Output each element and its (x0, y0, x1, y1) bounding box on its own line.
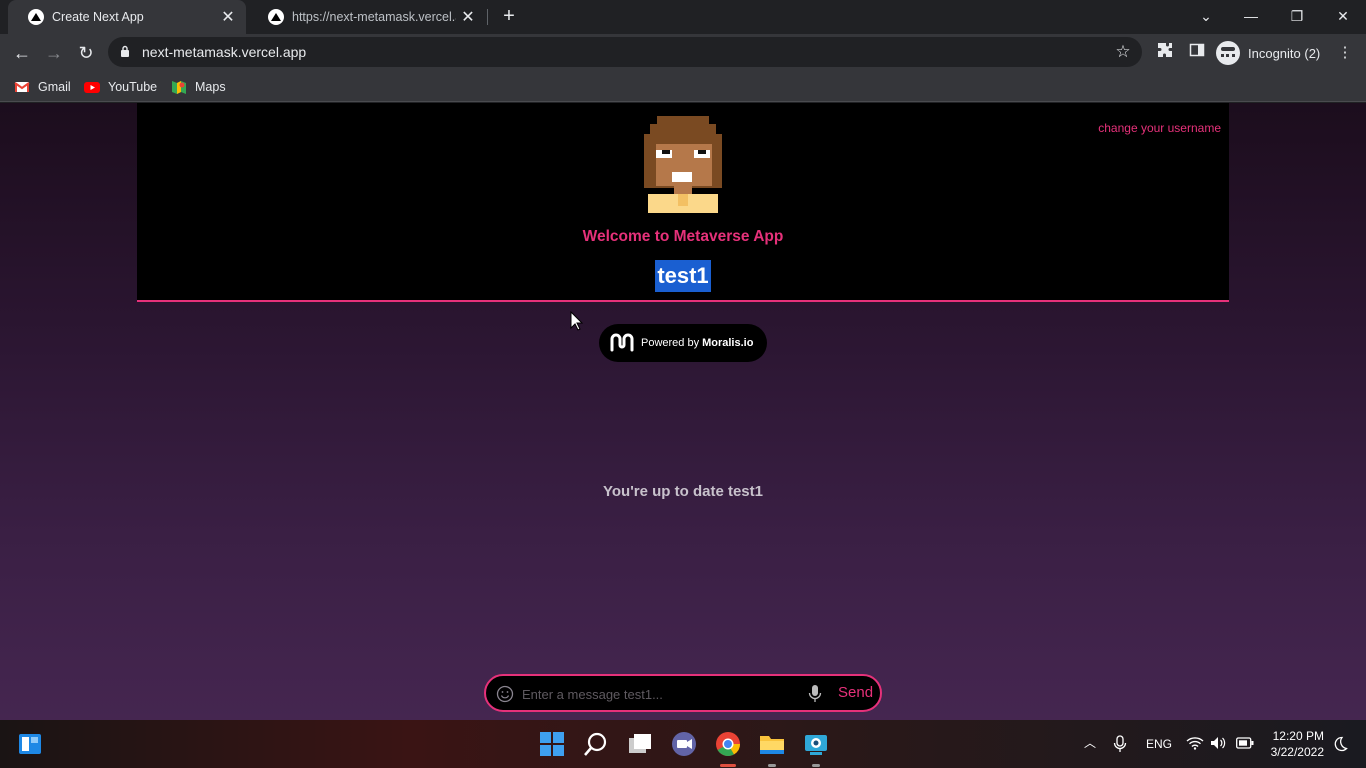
bookmark-label: Gmail (38, 80, 71, 94)
widgets-icon[interactable] (18, 732, 42, 756)
forward-button[interactable]: → (40, 39, 68, 67)
wifi-icon[interactable] (1186, 736, 1204, 750)
file-explorer-icon[interactable] (758, 730, 786, 758)
notification-moon-icon[interactable] (1332, 736, 1348, 752)
bookmark-gmail[interactable]: Gmail (14, 77, 71, 97)
vercel-icon (268, 9, 284, 25)
restore-button[interactable]: ❐ (1281, 4, 1313, 28)
message-composer: Send (484, 674, 882, 712)
address-bar[interactable]: next-metamask.vercel.app ☆ (108, 37, 1142, 67)
lock-icon (121, 45, 129, 57)
search-icon[interactable] (582, 730, 610, 758)
moralis-brand-text: Moralis.io (702, 337, 754, 349)
language-indicator[interactable]: ENG (1146, 737, 1172, 751)
maps-icon (172, 81, 186, 94)
powered-by-moralis-badge[interactable]: Powered by Moralis.io (599, 324, 767, 362)
side-panel-icon[interactable] (1186, 42, 1208, 64)
tab-create-next-app[interactable]: Create Next App ✕ (8, 0, 246, 34)
microphone-icon[interactable] (808, 684, 822, 704)
snipping-tool-icon[interactable] (802, 730, 830, 758)
status-message: You're up to date test1 (603, 483, 763, 500)
bookmarks-bar: Gmail YouTube Maps (0, 72, 1366, 102)
bookmark-maps[interactable]: Maps (171, 77, 226, 97)
change-username-link[interactable]: change your username (1098, 121, 1221, 135)
tab-title: https://next-metamask.vercel.app (292, 10, 456, 24)
welcome-heading: Welcome to Metaverse App (582, 228, 784, 245)
new-tab-button[interactable]: + (497, 4, 521, 28)
message-input[interactable] (522, 684, 802, 704)
close-tab-icon[interactable]: ✕ (456, 7, 480, 27)
system-clock[interactable]: 12:20 PM 3/22/2022 (1262, 728, 1324, 760)
extensions-icon[interactable] (1154, 42, 1176, 64)
mouse-pointer-icon (570, 311, 584, 331)
windows-taskbar: ︿ ENG 12:20 PM 3/22/2022 (0, 720, 1366, 768)
bookmark-youtube[interactable]: YouTube (84, 77, 157, 97)
bookmark-label: YouTube (108, 80, 158, 94)
back-button[interactable]: ← (8, 39, 36, 67)
youtube-icon (84, 82, 100, 93)
bookmark-star-icon[interactable]: ☆ (1112, 41, 1134, 63)
close-tab-icon[interactable]: ✕ (216, 7, 240, 27)
send-button[interactable]: Send (838, 684, 873, 701)
avatar (644, 116, 722, 213)
volume-icon[interactable] (1210, 735, 1226, 751)
clock-date: 3/22/2022 (1270, 745, 1324, 759)
tab-strip: Create Next App ✕ https://next-metamask.… (0, 0, 1366, 34)
tab-next-metamask[interactable]: https://next-metamask.vercel.app ✕ (248, 0, 486, 34)
browser-menu-icon[interactable]: ⋮ (1334, 42, 1356, 64)
explorer-running-indicator (768, 764, 776, 767)
moralis-logo-icon (610, 333, 634, 352)
minimize-button[interactable]: — (1235, 4, 1267, 28)
page-content: change your username Welcome to Metavers… (0, 103, 1366, 720)
battery-icon[interactable] (1236, 737, 1254, 749)
microphone-tray-icon[interactable] (1113, 735, 1127, 753)
teams-chat-icon[interactable] (670, 730, 698, 758)
emoji-icon[interactable] (496, 685, 514, 703)
powered-by-text: Powered by (641, 337, 700, 349)
snip-running-indicator (812, 764, 820, 767)
vercel-icon (28, 9, 44, 25)
clock-time: 12:20 PM (1272, 729, 1324, 743)
show-hidden-icons-icon[interactable]: ︿ (1084, 734, 1096, 751)
tab-separator (487, 9, 488, 25)
incognito-indicator[interactable]: Incognito (2) (1216, 39, 1320, 67)
chrome-icon[interactable] (714, 730, 742, 758)
username-display: test1 (655, 260, 711, 292)
url-text: next-metamask.vercel.app (142, 44, 307, 60)
reload-button[interactable]: ↻ (72, 39, 100, 67)
header-banner: change your username Welcome to Metavers… (137, 103, 1229, 302)
close-window-button[interactable]: ✕ (1327, 4, 1359, 28)
tab-title: Create Next App (52, 10, 144, 24)
incognito-label: Incognito (2) (1248, 45, 1321, 61)
chrome-active-indicator (720, 764, 736, 767)
start-windows-icon[interactable] (538, 730, 566, 758)
task-view-icon[interactable] (626, 730, 654, 758)
tab-search-icon[interactable]: ⌄ (1190, 4, 1222, 28)
bookmark-label: Maps (195, 80, 226, 94)
incognito-icon (1216, 41, 1240, 65)
gmail-icon (14, 82, 30, 92)
browser-toolbar: ← → ↻ next-metamask.vercel.app ☆ Incogni… (0, 34, 1366, 72)
